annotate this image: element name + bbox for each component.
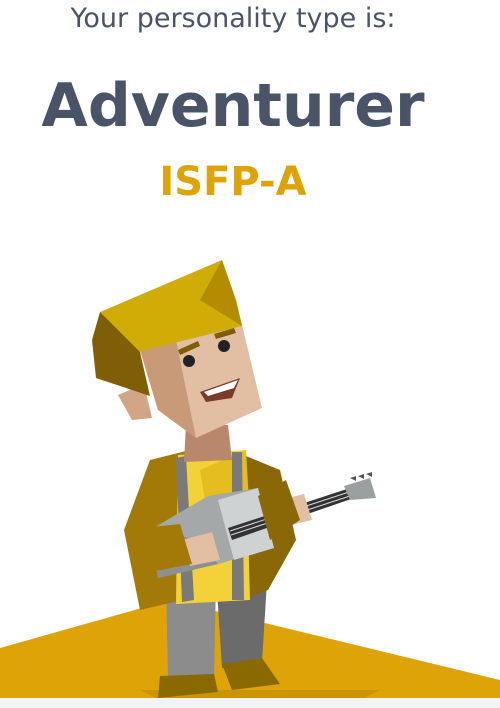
guitar-headstock [344,478,376,500]
personality-type-name: Adventurer [41,71,425,141]
guitar-tuner-2 [358,474,364,479]
result-intro: Your personality type is: [70,3,396,34]
guitar-tuner-1 [350,476,356,481]
adventurer-illustration [0,260,500,708]
result-page: Your personality type is: Adventurer ISF… [0,0,500,708]
personality-type-code: ISFP-A [159,159,307,205]
bottom-bar [0,698,500,708]
eye-right [218,340,230,352]
guitar-tuner-3 [366,472,372,477]
eye-left [183,355,195,367]
